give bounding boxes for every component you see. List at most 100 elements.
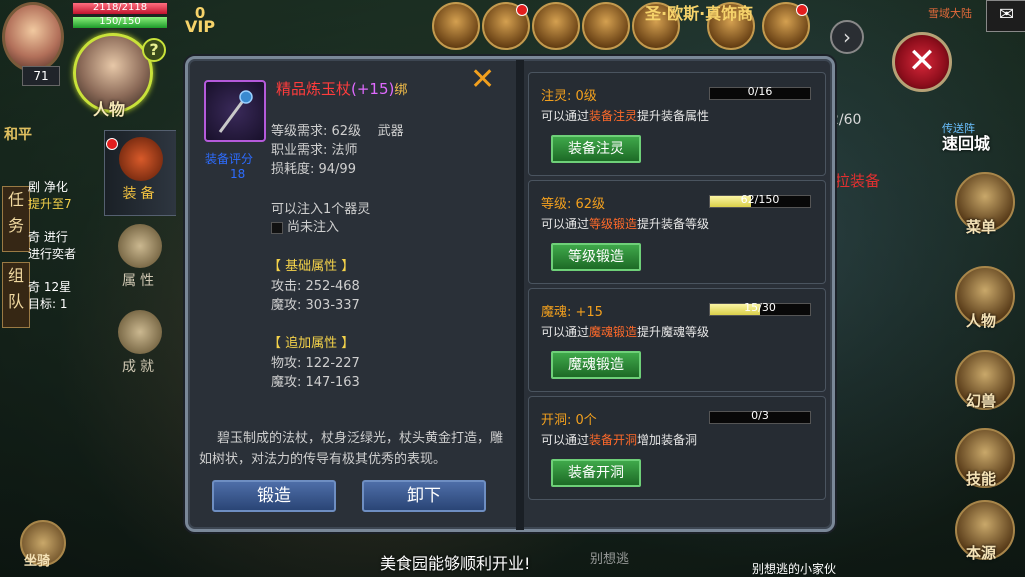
upgrade-progress-text: 62/150 (740, 193, 780, 206)
mp-text: 150/150 (99, 16, 141, 27)
player-frame[interactable]: 71 (0, 0, 75, 88)
bg-red-text: 拉装备 (835, 172, 881, 190)
upgrade-desc-highlight: 魔魂锻造 (589, 325, 638, 339)
quest-text: 进行奕者 (28, 247, 77, 261)
upgrade-title: 魔魂: +15 (541, 305, 603, 320)
map-label: 雪域大陆 (928, 7, 972, 20)
item-description: 碧玉制成的法杖，杖身泛绿光，杖头黄金打造，雕如树状，对法力的传导有极其优秀的表现… (199, 431, 504, 467)
hp-bar: 2118/2118 (72, 2, 168, 15)
tab-team-label: 组队 (7, 266, 24, 311)
base-attr: 攻击: 252-468 (271, 279, 360, 294)
mail-icon[interactable]: ✉ (986, 0, 1025, 32)
top-npc-icon-3[interactable] (532, 2, 580, 50)
mp-bar: 150/150 (72, 16, 168, 29)
player-level: 71 (22, 66, 60, 86)
tab-achievements-label: 成就 (122, 359, 158, 375)
hp-text: 2118/2118 (92, 2, 148, 13)
spirit-checkbox (271, 221, 283, 234)
panel-divider (516, 60, 524, 530)
system-ticker: 美食园能够顺利开业! (380, 554, 531, 573)
close-window-button[interactable]: ✕ (892, 32, 952, 92)
upgrade-slot: 等级: 62级 62/150 可以通过等级锻造提升装备等级 等级锻造 (528, 180, 826, 284)
tab-quest[interactable]: 任务 (2, 186, 30, 252)
level-requirement: 等级需求: 62级 武器 (271, 120, 404, 139)
quest-title: 进行 (43, 230, 68, 244)
item-enhance: (+15) (351, 80, 395, 98)
unequip-button[interactable]: 卸下 (362, 480, 486, 512)
upgrade-progress-text: 15/30 (744, 301, 776, 314)
upgrade-desc-suffix: 提升装备属性 (637, 109, 710, 123)
skill-label: 技能 (966, 470, 997, 488)
spirit-status: 尚未注入 (271, 216, 339, 235)
upgrade-desc-prefix: 可以通过 (541, 433, 590, 447)
item-icon[interactable] (204, 80, 266, 142)
forge-button[interactable]: 锻造 (212, 480, 336, 512)
upgrade-desc: 可以通过等级锻造提升装备等级 (541, 215, 709, 232)
top-npc-icon-1[interactable] (432, 2, 480, 50)
upgrade-progress-bar: 15/30 (709, 301, 811, 316)
upgrade-title: 等级: 62级 (541, 197, 606, 212)
upgrade-progress-text: 0/3 (751, 409, 769, 422)
level-forge-button[interactable]: 等级锻造 (551, 243, 641, 271)
upgrade-desc-highlight: 等级锻造 (589, 217, 638, 231)
tab-achievements[interactable]: 成就 (104, 304, 176, 390)
quest-item[interactable]: 剧 净化 提升至7 (28, 178, 96, 212)
base-attr: 魔攻: 303-337 (271, 298, 360, 313)
quest-title: 净化 (43, 180, 68, 194)
upgrade-desc-suffix: 提升装备等级 (637, 217, 710, 231)
quest-tag: 奇 (28, 280, 41, 294)
level-req-text: 等级需求: 62级 (271, 124, 362, 139)
quest-tag: 剧 (28, 180, 41, 194)
spirit-infuse-button[interactable]: 装备注灵 (551, 135, 641, 163)
item-type: 武器 (377, 124, 404, 139)
collapse-arrow-icon[interactable]: › (830, 20, 864, 54)
item-bind: 绑 (394, 83, 408, 98)
vip-label: VIP (185, 17, 216, 36)
tab-attributes-label: 属性 (122, 273, 158, 289)
extra-attr: 物攻: 122-227 (271, 356, 360, 371)
mount-label: 坐骑 (24, 554, 51, 569)
spirit-status-text: 尚未注入 (287, 220, 340, 235)
item-name-text: 精品炼玉杖 (276, 80, 352, 98)
upgrade-progress-bar: 0/16 (709, 85, 811, 100)
tab-quest-label: 任务 (7, 190, 24, 235)
tab-equipment-label: 装备 (122, 186, 159, 202)
pk-mode-label[interactable]: 和平 (4, 124, 32, 144)
quest-title: 12星 (43, 280, 72, 294)
upgrade-slot: 开洞: 0个 0/3 可以通过装备开洞增加装备洞 装备开洞 (528, 396, 826, 500)
ticker-small: 别想逃的小家伙 (752, 562, 837, 576)
score-label: 装备评分 (205, 152, 254, 166)
quest-item[interactable]: 奇 12星 目标: 1 (28, 278, 96, 312)
equipment-icon (118, 137, 163, 181)
close-detail-icon[interactable]: ✕ (470, 62, 495, 97)
return-city-button[interactable]: 速回城 (942, 130, 990, 154)
soul-forge-button[interactable]: 魔魂锻造 (551, 351, 641, 379)
durability: 损耗度: 94/99 (271, 162, 356, 177)
tab-attributes[interactable]: 属性 (104, 218, 176, 304)
spirit-hint: 可以注入1个器灵 (271, 202, 371, 217)
top-npc-icon-2[interactable] (482, 2, 530, 50)
upgrade-progress-text: 0/16 (747, 85, 773, 98)
score-value: 18 (230, 167, 246, 181)
upgrade-slot: 魔魂: +15 15/30 可以通过魔魂锻造提升魔魂等级 魔魂锻造 (528, 288, 826, 392)
player-portrait[interactable] (2, 2, 64, 72)
tab-team[interactable]: 组队 (2, 262, 30, 328)
quest-text: 提升至7 (28, 197, 72, 211)
socket-button[interactable]: 装备开洞 (551, 459, 641, 487)
top-npc-icon-4[interactable] (582, 2, 630, 50)
upgrade-desc-suffix: 增加装备洞 (637, 433, 698, 447)
character-label: 人物 (966, 312, 997, 330)
upgrade-desc: 可以通过装备开洞增加装备洞 (541, 431, 697, 448)
extra-attr: 魔攻: 147-163 (271, 375, 360, 390)
upgrade-progress-bar: 62/150 (709, 193, 811, 208)
quest-item[interactable]: 奇 进行 进行奕者 (28, 228, 96, 262)
upgrade-progress-bar: 0/3 (709, 409, 811, 424)
help-icon[interactable]: ? (142, 38, 166, 62)
vip-badge[interactable]: 0 VIP (185, 6, 216, 36)
top-npc-icon-7[interactable] (762, 2, 810, 50)
armor-icon (118, 224, 162, 268)
notification-dot (106, 138, 118, 150)
upgrade-slot: 注灵: 0级 0/16 可以通过装备注灵提升装备属性 装备注灵 (528, 72, 826, 176)
item-name: 精品炼玉杖(+15)绑 (276, 78, 407, 99)
menu-label: 菜单 (966, 218, 997, 236)
